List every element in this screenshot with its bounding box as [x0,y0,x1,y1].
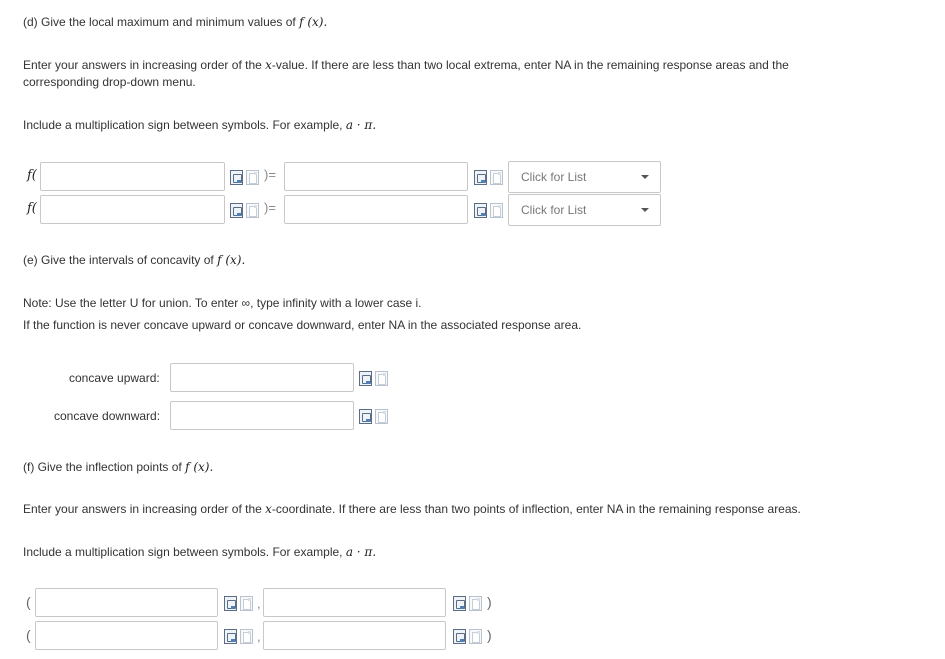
equation-editor-icon[interactable] [453,596,466,611]
equation-editor-icon[interactable] [224,629,237,644]
part-d-instruction-2-math: a · π. [345,118,377,132]
equation-editor-icon[interactable] [474,203,487,218]
part-f-instruction-1: Enter your answers in increasing order o… [23,502,801,516]
part-f-instruction-2-text: Include a multiplication sign between sy… [23,545,346,559]
concave-upward-input[interactable] [170,363,354,392]
inflection-y-input-1[interactable] [263,588,446,617]
paren-open-2: ( [26,627,31,643]
part-d-instruction-2-text: Include a multiplication sign between sy… [23,118,346,132]
preview-icon[interactable] [246,203,259,218]
paren-close-2: ) [487,627,492,643]
equation-editor-icon[interactable] [224,596,237,611]
f-value-input-1[interactable] [284,162,468,191]
part-f-heading-math: f (x). [185,460,214,474]
part-d-instruction-1-line2: corresponding drop-down menu. [23,75,196,89]
part-d-instruction-1b: -value. If there are less than two local… [271,58,789,72]
preview-icon[interactable] [375,371,388,386]
dropdown-placeholder-2: Click for List [521,203,587,217]
func-open-2: f( [27,201,37,216]
preview-icon[interactable] [490,170,503,185]
comma-2: , [257,629,261,644]
f-value-tools-1 [474,170,503,185]
equation-editor-icon[interactable] [453,629,466,644]
part-f-instruction-1b: -coordinate. If there are less than two … [271,502,801,516]
preview-icon[interactable] [375,409,388,424]
func-close-1: )= [264,167,276,182]
inflection-y-tools-1 [453,596,482,611]
inflection-x-input-1[interactable] [35,588,218,617]
part-e-note-1: Note: Use the letter U for union. To ent… [23,296,422,310]
extremum-type-dropdown-1[interactable]: Click for List [508,161,661,193]
equation-editor-icon[interactable] [230,170,243,185]
f-value-tools-2 [474,203,503,218]
comma-1: , [257,596,261,611]
inflection-y-tools-2 [453,629,482,644]
equation-editor-icon[interactable] [359,409,372,424]
equation-editor-icon[interactable] [474,170,487,185]
equation-editor-icon[interactable] [359,371,372,386]
caret-down-icon [641,208,649,212]
part-d-heading: (d) Give the local maximum and minimum v… [23,15,327,29]
extremum-type-dropdown-2[interactable]: Click for List [508,194,661,226]
x-value-input-1[interactable] [40,162,225,191]
func-close-2: )= [264,200,276,215]
paren-open-1: ( [26,594,31,610]
part-d-instruction-1-math: x [265,58,272,72]
part-d-instruction-1a: Enter your answers in increasing order o… [23,58,266,72]
part-e-note-2: If the function is never concave upward … [23,318,582,332]
x-value-tools-2 [230,203,259,218]
equation-editor-icon[interactable] [230,203,243,218]
inflection-x-tools-2 [224,629,253,644]
part-f-instruction-2-math: a · π. [345,545,377,559]
inflection-y-input-2[interactable] [263,621,446,650]
concave-upward-label: concave upward: [69,371,160,385]
x-value-tools-1 [230,170,259,185]
part-e-heading-math: f (x). [217,253,246,267]
preview-icon[interactable] [240,596,253,611]
dropdown-placeholder-1: Click for List [521,170,587,184]
paren-close-1: ) [487,594,492,610]
part-e-heading-text: (e) Give the intervals of concavity of [23,253,218,267]
preview-icon[interactable] [469,596,482,611]
part-d-instruction-2: Include a multiplication sign between sy… [23,118,376,132]
part-f-instruction-1-math: x [265,502,272,516]
inflection-x-input-2[interactable] [35,621,218,650]
part-d-heading-text: (d) Give the local maximum and minimum v… [23,15,300,29]
preview-icon[interactable] [469,629,482,644]
concave-upward-tools [359,371,388,386]
x-value-input-2[interactable] [40,195,225,224]
preview-icon[interactable] [246,170,259,185]
preview-icon[interactable] [240,629,253,644]
part-f-heading: (f) Give the inflection points of f (x). [23,460,213,474]
func-open-1: f( [27,168,37,183]
part-d-heading-math: f (x). [299,15,328,29]
concave-downward-tools [359,409,388,424]
caret-down-icon [641,175,649,179]
part-d-instruction-1: Enter your answers in increasing order o… [23,58,789,72]
inflection-x-tools-1 [224,596,253,611]
f-value-input-2[interactable] [284,195,468,224]
concave-downward-input[interactable] [170,401,354,430]
part-f-instruction-1a: Enter your answers in increasing order o… [23,502,266,516]
concave-downward-label: concave downward: [54,409,161,423]
preview-icon[interactable] [490,203,503,218]
part-e-heading: (e) Give the intervals of concavity of f… [23,253,245,267]
part-f-heading-text: (f) Give the inflection points of [23,460,186,474]
part-f-instruction-2: Include a multiplication sign between sy… [23,545,376,559]
